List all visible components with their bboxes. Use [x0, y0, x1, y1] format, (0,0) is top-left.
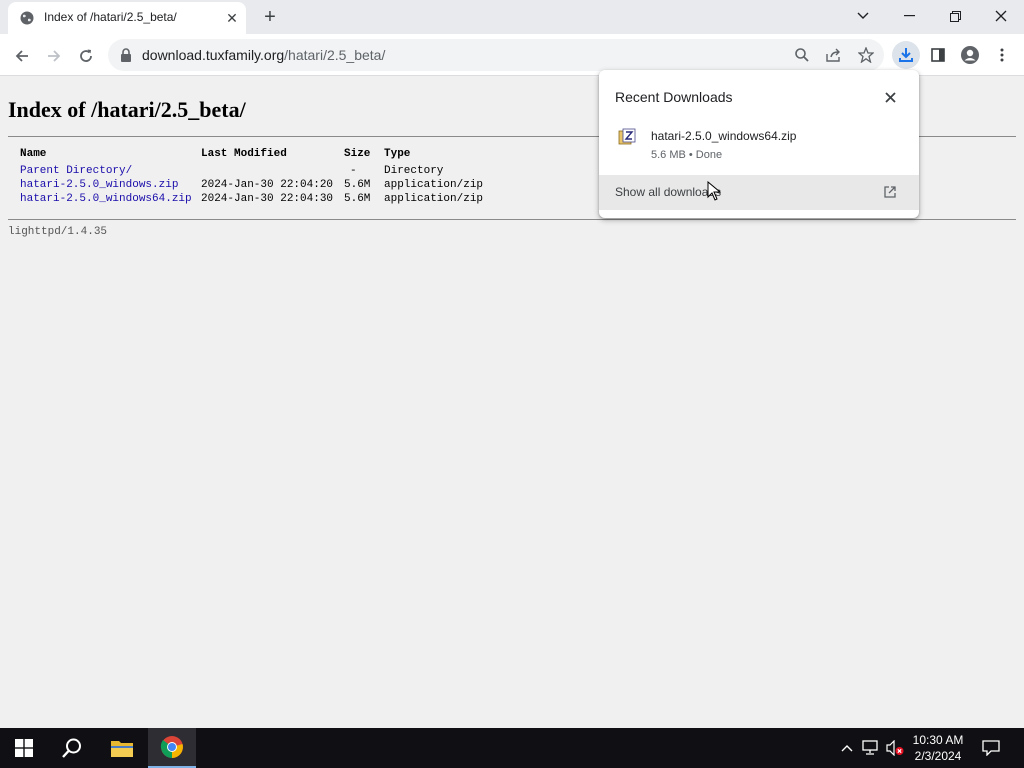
row-size: 5.6M: [344, 179, 371, 191]
lock-icon[interactable]: [120, 48, 132, 62]
globe-icon: [20, 11, 34, 25]
address-bar[interactable]: download.tuxfamily.org/hatari/2.5_beta/: [108, 39, 884, 71]
volume-button[interactable]: [886, 739, 904, 757]
arrow-right-icon: [48, 50, 61, 62]
divider-bottom: [8, 219, 1016, 220]
parent-directory-link[interactable]: Parent Directory/: [20, 165, 132, 177]
row-modified: 2024-Jan-30 22:04:20: [201, 179, 334, 191]
taskbar-clock[interactable]: 10:30 AM 2/3/2024: [906, 732, 970, 764]
clock-time: 10:30 AM: [912, 733, 964, 747]
url-host: download.tuxfamily.org: [142, 47, 285, 63]
row-type: application/zip: [384, 179, 484, 191]
download-icon: [899, 48, 913, 62]
close-window-button[interactable]: [978, 0, 1024, 32]
url-text[interactable]: download.tuxfamily.org/hatari/2.5_beta/: [142, 47, 385, 63]
forward-button[interactable]: [40, 42, 68, 70]
search-taskbar-button[interactable]: [48, 728, 96, 768]
star-icon: [858, 47, 874, 63]
file-link-windows64-zip[interactable]: hatari-2.5.0_windows64.zip: [20, 193, 192, 205]
arrow-left-icon: [15, 50, 28, 62]
speaker-muted-icon: [886, 740, 904, 756]
restore-button[interactable]: [932, 0, 978, 32]
chevron-down-icon: [857, 12, 869, 19]
download-filename: hatari-2.5.0_windows64.zip: [651, 129, 797, 143]
chevron-up-icon: [841, 745, 853, 752]
tab-search-button[interactable]: [840, 0, 886, 32]
avatar-icon: [961, 46, 979, 64]
back-button[interactable]: [8, 42, 36, 70]
chrome-taskbar-button[interactable]: [148, 728, 196, 768]
column-header-size[interactable]: Size: [344, 148, 370, 160]
side-panel-icon: [931, 48, 945, 62]
file-link-windows-zip[interactable]: hatari-2.5.0_windows.zip: [20, 179, 178, 191]
search-icon: [795, 48, 809, 62]
downloads-bubble: Recent Downloads hatari-2.5.0_windows64.…: [599, 70, 919, 218]
close-icon: [995, 10, 1007, 22]
show-all-downloads-label: Show all downloads: [615, 185, 722, 199]
browser-tab[interactable]: Index of /hatari/2.5_beta/ ✕: [8, 2, 246, 34]
row-modified: 2024-Jan-30 22:04:30: [201, 193, 334, 205]
page-title: Index of /hatari/2.5_beta/: [8, 97, 246, 122]
profile-button[interactable]: [956, 41, 984, 69]
kebab-menu-icon: [1000, 48, 1004, 62]
tab-strip: Index of /hatari/2.5_beta/ ✕ +: [0, 0, 1024, 34]
side-panel-button[interactable]: [924, 41, 952, 69]
new-tab-button[interactable]: +: [259, 6, 281, 28]
notification-icon: [982, 740, 1000, 756]
row-type: application/zip: [384, 193, 484, 205]
reload-icon: [80, 49, 92, 62]
zoom-search-button[interactable]: [792, 45, 812, 65]
downloads-bubble-title: Recent Downloads: [615, 89, 733, 105]
windows-logo-icon: [15, 739, 33, 757]
restore-icon: [949, 10, 961, 22]
taskbar: 10:30 AM 2/3/2024: [0, 728, 1024, 768]
column-header-modified[interactable]: Last Modified: [201, 148, 287, 160]
mouse-cursor-icon: [707, 181, 721, 201]
close-bubble-button[interactable]: [881, 88, 899, 106]
share-icon: [826, 48, 840, 62]
notifications-button[interactable]: [982, 739, 1000, 757]
minimize-button[interactable]: [886, 0, 932, 32]
url-path: /hatari/2.5_beta/: [284, 47, 386, 63]
start-button[interactable]: [0, 728, 48, 768]
show-hidden-icons-button[interactable]: [838, 739, 856, 757]
file-explorer-button[interactable]: [98, 728, 146, 768]
bookmark-button[interactable]: [856, 45, 876, 65]
column-header-type[interactable]: Type: [384, 148, 410, 160]
close-tab-icon[interactable]: ✕: [224, 10, 240, 26]
server-signature: lighttpd/1.4.35: [8, 226, 108, 238]
close-icon: [884, 91, 896, 103]
downloads-button[interactable]: [892, 41, 920, 69]
row-size: -: [350, 165, 357, 177]
folder-icon: [111, 741, 133, 757]
network-button[interactable]: [862, 739, 880, 757]
download-status: 5.6 MB • Done: [651, 149, 723, 161]
show-all-downloads-button[interactable]: Show all downloads: [599, 175, 919, 210]
search-icon: [62, 738, 81, 758]
row-size: 5.6M: [344, 193, 371, 205]
reload-button[interactable]: [72, 42, 100, 70]
open-external-icon: [884, 186, 896, 198]
clock-date: 2/3/2024: [914, 749, 962, 763]
column-header-name[interactable]: Name: [20, 148, 46, 160]
row-type: Directory: [384, 165, 444, 177]
network-icon: [862, 740, 878, 755]
menu-button[interactable]: [988, 41, 1016, 69]
minimize-icon: [903, 15, 915, 17]
chrome-icon: [160, 736, 183, 758]
tab-title: Index of /hatari/2.5_beta/: [44, 10, 177, 24]
share-button[interactable]: [824, 45, 844, 65]
zip-file-icon: [618, 128, 636, 145]
